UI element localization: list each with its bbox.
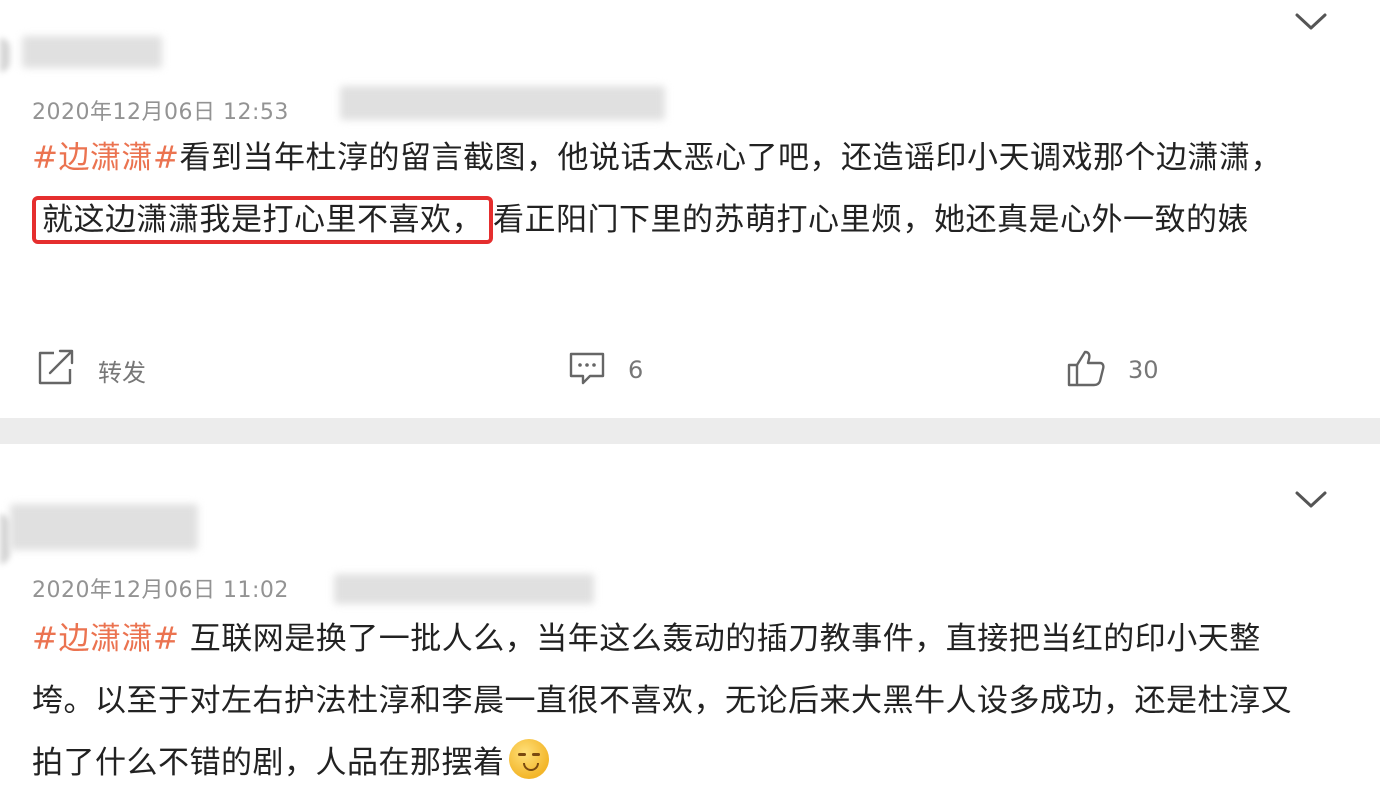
shush-face-emoji [508, 739, 549, 779]
avatar[interactable] [0, 514, 10, 564]
avatar[interactable] [0, 38, 10, 72]
blurred-source [340, 86, 665, 120]
blurred-username[interactable] [22, 36, 162, 68]
blurred-username[interactable] [10, 504, 198, 550]
comment-text: #边潇潇#看到当年杜淳的留言截图，他说话太恶心了吧，还造谣印小天调戏那个边潇潇，… [32, 127, 1322, 251]
topic-link[interactable]: #边潇潇# [32, 621, 179, 657]
comment-timestamp: 2020年12月06日 12:53 [32, 100, 289, 125]
comment-text-part: 看到当年杜淳的留言截图，他说话太恶心了吧，还造谣印小天调戏那个边潇潇， [179, 140, 1282, 176]
highlighted-text: 就这边潇潇我是打心里不喜欢， [32, 196, 493, 244]
comment-card: 2020年12月06日 12:53 #边潇潇#看到当年杜淳的留言截图，他说话太恶… [0, 0, 1380, 418]
topic-link[interactable]: #边潇潇# [32, 140, 179, 176]
like-count: 30 [1128, 356, 1159, 384]
action-bar: 转发 6 30 [0, 349, 1380, 391]
comment-text-part: 互联网是换了一批人么，当年这么轰动的插刀教事件，直接把当红的印小天整垮。以至于对… [32, 621, 1292, 781]
comment-text: #边潇潇# 互联网是换了一批人么，当年这么轰动的插刀教事件，直接把当红的印小天整… [32, 608, 1322, 794]
repost-button[interactable]: 转发 [36, 349, 146, 391]
comment-timestamp: 2020年12月06日 11:02 [32, 578, 289, 603]
comment-count: 6 [628, 356, 644, 384]
like-button[interactable]: 30 [1066, 350, 1159, 390]
comment-card: 2020年12月06日 11:02 #边潇潇# 互联网是换了一批人么，当年这么轰… [0, 444, 1380, 800]
chevron-down-icon[interactable] [1294, 12, 1328, 32]
comment-button[interactable]: 6 [568, 350, 643, 390]
thumbs-up-icon [1066, 349, 1106, 391]
chevron-down-icon[interactable] [1294, 490, 1328, 510]
blurred-source [334, 574, 594, 604]
comment-text-part: 看正阳门下里的苏萌打心里烦，她还真是心外一致的婊 [493, 202, 1249, 238]
repost-label: 转发 [98, 358, 146, 387]
share-icon [36, 349, 76, 391]
comment-icon [568, 350, 606, 390]
